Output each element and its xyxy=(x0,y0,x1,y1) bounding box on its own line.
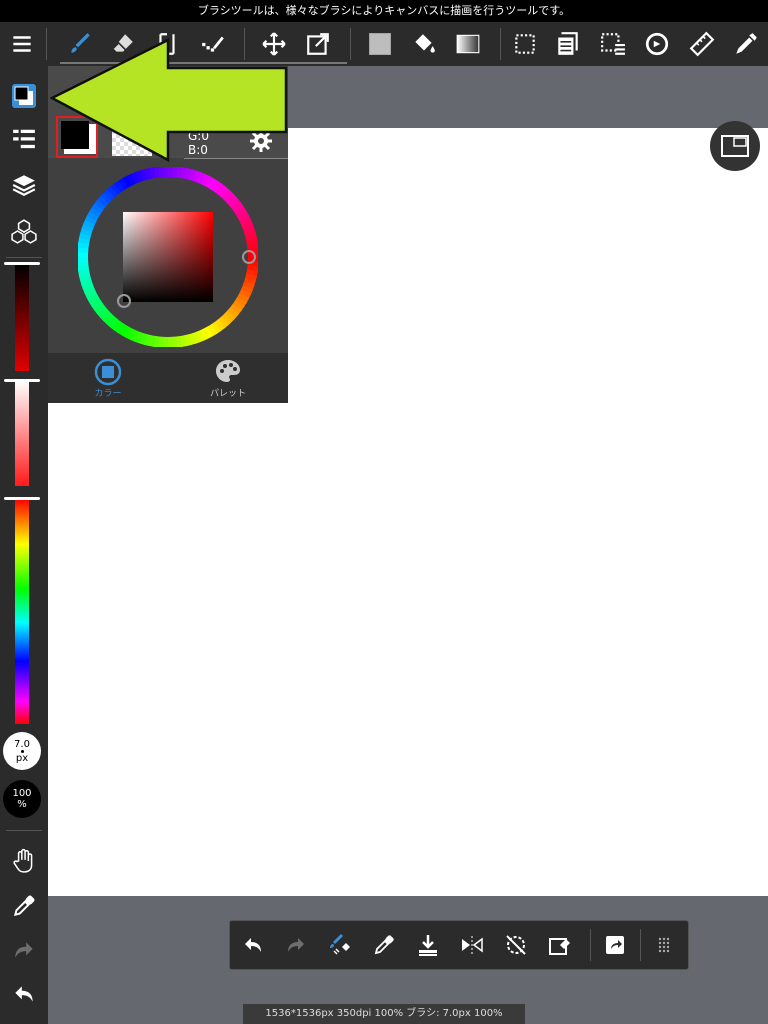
more-button[interactable] xyxy=(644,925,684,965)
opacity-unit: % xyxy=(17,799,27,810)
brush-eraser-toggle-button[interactable] xyxy=(320,925,360,965)
materials-button[interactable] xyxy=(4,211,44,251)
ruler-icon xyxy=(689,31,715,57)
eyedropper-icon xyxy=(374,935,394,955)
rotate-button[interactable] xyxy=(637,22,677,66)
menu-button[interactable] xyxy=(2,22,42,66)
undo-icon xyxy=(245,938,261,952)
menu-icon xyxy=(13,36,31,52)
color-tab-icon xyxy=(94,358,122,385)
layer-panel-icon xyxy=(558,32,578,55)
redo-icon xyxy=(288,938,304,952)
select-menu-button[interactable] xyxy=(593,22,633,66)
gradient-icon xyxy=(456,34,480,54)
select-tool-button[interactable] xyxy=(505,22,545,66)
more-icon xyxy=(658,937,670,953)
undo-button-left[interactable] xyxy=(4,974,44,1014)
undo-icon xyxy=(15,986,33,1002)
brightness-slider-knob[interactable] xyxy=(4,262,40,265)
brush-list-icon xyxy=(13,129,35,149)
left-sidebar: 7.0 px 100 % xyxy=(0,66,48,1024)
color-panel-button[interactable] xyxy=(4,76,44,116)
redo-button[interactable] xyxy=(276,925,316,965)
layers-icon xyxy=(12,175,36,196)
flip-button[interactable] xyxy=(452,925,492,965)
select-icon xyxy=(515,34,535,54)
hue-slider-knob[interactable] xyxy=(4,497,40,500)
palette-icon xyxy=(216,359,240,382)
clear-button[interactable] xyxy=(540,925,580,965)
undo-button[interactable] xyxy=(233,925,273,965)
hue-slider[interactable] xyxy=(15,499,29,724)
document-info-bar: 1536*1536px 350dpi 100% ブラシ: 7.0px 100% xyxy=(243,1004,525,1024)
brightness-slider[interactable] xyxy=(15,264,29,371)
opacity-value: 100 xyxy=(12,788,32,799)
brush-size-button[interactable]: 7.0 px xyxy=(3,732,41,770)
brush-eraser-toggle-icon xyxy=(330,933,350,955)
clear-icon xyxy=(549,938,570,955)
saturation-slider-knob[interactable] xyxy=(4,379,40,382)
navigator-icon xyxy=(721,135,749,157)
opacity-button[interactable]: 100 % xyxy=(3,780,41,818)
navigator-toggle-button[interactable] xyxy=(710,121,760,171)
gradient-tool-button[interactable] xyxy=(448,22,488,66)
hand-icon xyxy=(13,848,33,873)
tab-color-label: カラー xyxy=(94,388,122,399)
flip-icon xyxy=(462,936,483,954)
cubes-icon xyxy=(11,219,37,244)
pen-icon xyxy=(736,33,757,54)
brush-size-value: 7.0 xyxy=(14,738,30,750)
ruler-button[interactable] xyxy=(682,22,722,66)
status-banner: ブラシツールは、様々なブラシによりキャンバスに描画を行うツールです。 xyxy=(0,0,768,22)
eyedropper-icon xyxy=(13,895,35,917)
eyedropper-button[interactable] xyxy=(4,886,44,926)
brush-size-unit: px xyxy=(15,752,29,764)
fill-color-button[interactable] xyxy=(360,22,400,66)
color-swatch-icon xyxy=(12,84,36,108)
tab-palette[interactable]: パレット xyxy=(168,353,288,403)
share-button[interactable] xyxy=(595,925,635,965)
rotate-reset-button[interactable] xyxy=(496,925,536,965)
color-panel-tabs: カラー パレット xyxy=(48,353,288,403)
color-wheel[interactable] xyxy=(78,167,258,347)
brush-list-button[interactable] xyxy=(4,120,44,160)
layers-button[interactable] xyxy=(4,165,44,205)
bucket-tool-button[interactable] xyxy=(404,22,444,66)
transform-icon xyxy=(307,33,329,55)
bottom-toolbar xyxy=(229,920,689,970)
tab-palette-label: パレット xyxy=(209,388,246,399)
share-icon xyxy=(606,936,624,954)
rotate-icon xyxy=(645,32,669,56)
save-icon xyxy=(419,935,437,956)
eyedropper-bottom-button[interactable] xyxy=(364,925,404,965)
tab-color[interactable]: カラー xyxy=(48,353,168,403)
tutorial-arrow xyxy=(50,38,288,162)
bucket-icon xyxy=(415,34,435,53)
redo-button-left[interactable] xyxy=(4,930,44,970)
select-menu-icon xyxy=(601,33,625,55)
fill-color-icon xyxy=(369,33,391,55)
rotate-off-icon xyxy=(506,935,526,955)
saturation-slider[interactable] xyxy=(15,381,29,486)
pen-button[interactable] xyxy=(726,22,766,66)
hand-tool-button[interactable] xyxy=(4,841,44,881)
save-button[interactable] xyxy=(408,925,448,965)
redo-icon xyxy=(15,942,33,958)
layer-panel-button[interactable] xyxy=(548,22,588,66)
transform-tool-button[interactable] xyxy=(298,22,338,66)
